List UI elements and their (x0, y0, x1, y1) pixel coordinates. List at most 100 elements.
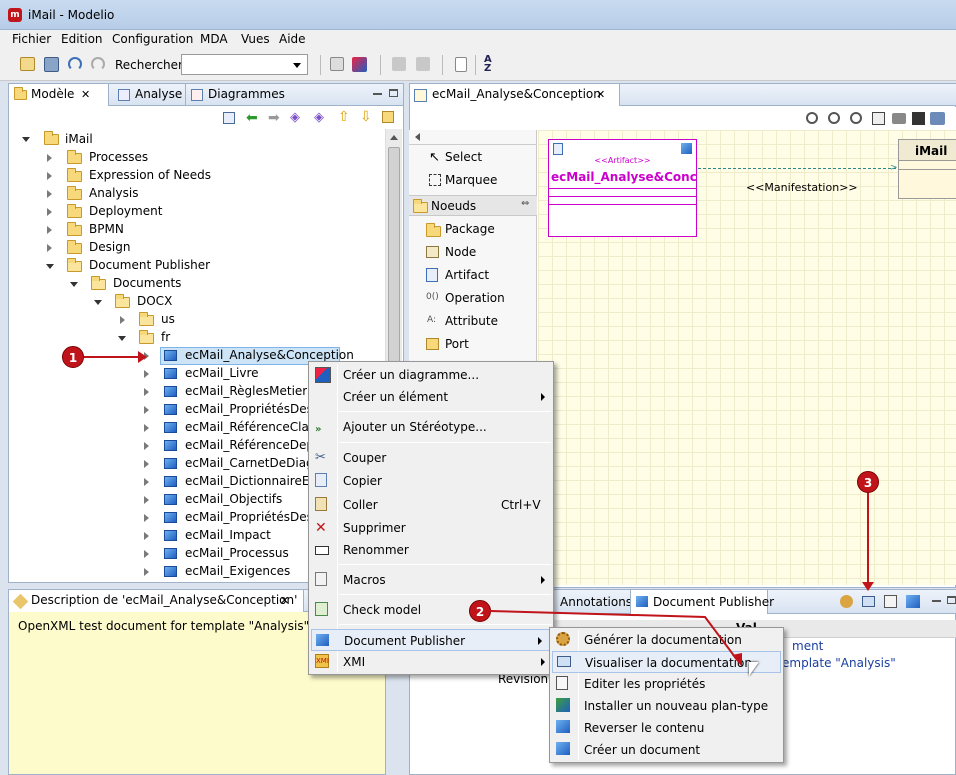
chevron-down-icon[interactable] (293, 63, 301, 68)
menu-fichier[interactable]: Fichier (12, 32, 51, 46)
install-template-icon[interactable] (906, 595, 920, 608)
expand-arrow[interactable] (144, 442, 149, 450)
tree-item-document[interactable]: ecMail_Impact (185, 526, 271, 544)
tree-item-document[interactable]: ecMail_Exigences (185, 562, 290, 580)
redo-icon[interactable] (91, 57, 105, 71)
expand-arrow[interactable] (47, 190, 52, 198)
tree-root-imail[interactable]: iMail (65, 130, 93, 148)
maximize-icon[interactable] (389, 89, 398, 97)
tab-diagrammes[interactable]: Diagrammes (185, 84, 285, 106)
tree-item-analysis[interactable]: Analysis (89, 184, 138, 202)
expand-arrow[interactable] (144, 568, 149, 576)
zoom-in-icon[interactable] (806, 112, 818, 124)
menu-mda[interactable]: MDA (200, 32, 228, 46)
properties-cell[interactable]: ment (792, 639, 823, 653)
close-icon[interactable]: ✕ (596, 84, 605, 105)
expand-arrow[interactable] (22, 137, 30, 142)
tree-item-document[interactable]: ecMail_Processus (185, 544, 289, 562)
double-arrow-icon[interactable]: ⇔ (521, 198, 529, 209)
expand-arrow[interactable] (46, 264, 54, 269)
tree-item-document[interactable]: ecMail_RèglesMetier (185, 382, 307, 400)
expand-arrow[interactable] (144, 460, 149, 468)
properties-cell[interactable]: emplate "Analysis" (782, 656, 896, 670)
arrow-right-grey-icon[interactable]: ➡ (268, 111, 280, 125)
zoom-fit-icon[interactable] (850, 112, 862, 124)
layout-icon[interactable] (872, 112, 885, 125)
close-icon[interactable]: ✕ (280, 590, 289, 611)
expand-arrow[interactable] (47, 244, 52, 252)
expand-arrow[interactable] (47, 208, 52, 216)
description-text[interactable]: OpenXML test document for template "Anal… (18, 619, 309, 633)
expand-arrow[interactable] (47, 154, 52, 162)
tree-item-document-publisher[interactable]: Document Publisher (89, 256, 210, 274)
expand-arrow[interactable] (47, 226, 52, 234)
tree-item-documents[interactable]: Documents (113, 274, 181, 292)
artifact-box[interactable]: <<Artifact>> ecMail_Analyse&Conce... (548, 139, 697, 237)
expand-arrow[interactable] (47, 172, 52, 180)
print-icon[interactable] (892, 113, 906, 124)
tree-item-expression-of-needs[interactable]: Expression of Needs (89, 166, 211, 184)
home-icon[interactable] (382, 111, 394, 123)
view-doc-icon[interactable] (862, 596, 875, 607)
palette-port[interactable]: Port (445, 337, 469, 351)
arrow-left-green-icon[interactable]: ⬅ (246, 111, 258, 125)
zoom-out-icon[interactable] (828, 112, 840, 124)
sort-az-icon[interactable]: AZ (484, 55, 492, 74)
tab-editor-diagram[interactable]: ecMail_Analyse&Conception ✕ (410, 84, 620, 106)
menu-vues[interactable]: Vues (241, 32, 270, 46)
expand-arrow[interactable] (144, 532, 149, 540)
palette-group-header[interactable]: Noeuds ⇔ (409, 195, 537, 216)
tree-item-document[interactable]: ecMail_DictionnaireEte (185, 472, 322, 490)
scroll-up-arrow[interactable] (390, 135, 398, 140)
save-diagram-icon[interactable] (912, 112, 925, 125)
tree-item-bpmn[interactable]: BPMN (89, 220, 124, 238)
document-icon[interactable] (455, 57, 467, 72)
arrow-down-icon[interactable]: ⇩ (360, 110, 372, 124)
tree-item-processes[interactable]: Processes (89, 148, 148, 166)
tree-item-document[interactable]: ecMail_Livre (185, 364, 259, 382)
palette-marquee[interactable]: Marquee (445, 173, 497, 187)
save-icon[interactable] (44, 57, 59, 72)
palette-select[interactable]: Select (445, 150, 482, 164)
palette-attribute[interactable]: Attribute (445, 314, 498, 328)
palette-artifact[interactable]: Artifact (445, 268, 489, 282)
tab-analyse[interactable]: Analyse (113, 84, 185, 106)
menu-item-renommer[interactable]: Renommer (309, 539, 553, 561)
expand-arrow[interactable] (144, 514, 149, 522)
manifestation-link[interactable] (698, 168, 896, 169)
menu-item-creer-diagramme[interactable]: Créer un diagramme... (309, 364, 553, 386)
tab-description[interactable]: Description de 'ecMail_Analyse&Conceptio… (9, 590, 304, 612)
expand-arrow[interactable] (144, 370, 149, 378)
copy-model-icon[interactable] (330, 57, 344, 71)
expand-arrow[interactable] (144, 550, 149, 558)
back-icon[interactable] (392, 57, 406, 71)
tree-item-design[interactable]: Design (89, 238, 130, 256)
palette-collapse-icon[interactable] (415, 133, 420, 141)
palette-operation[interactable]: Operation (445, 291, 505, 305)
menu-item-couper[interactable]: ✂ Couper (309, 447, 553, 469)
palette-package[interactable]: Package (445, 222, 495, 236)
expand-arrow[interactable] (120, 316, 125, 324)
scroll-thumb[interactable] (388, 147, 400, 367)
expand-arrow[interactable] (144, 406, 149, 414)
link-down-icon[interactable]: ◈ (314, 111, 324, 125)
edit-properties-icon[interactable] (884, 595, 897, 608)
menu-edition[interactable]: Edition (61, 32, 103, 46)
expand-arrow[interactable] (144, 478, 149, 486)
expand-arrow[interactable] (144, 496, 149, 504)
undo-icon[interactable] (68, 57, 82, 71)
menu-item-coller[interactable]: Coller Ctrl+V (309, 494, 553, 516)
menu-item-supprimer[interactable]: ✕ Supprimer (309, 517, 553, 539)
expand-arrow[interactable] (94, 300, 102, 305)
tree-item-us[interactable]: us (161, 310, 175, 328)
expand-arrow[interactable] (144, 424, 149, 432)
menu-configuration[interactable]: Configuration (112, 32, 193, 46)
tab-modele[interactable]: Modèle ✕ (9, 84, 109, 106)
diagram-canvas[interactable]: <<Artifact>> ecMail_Analyse&Conce... > <… (538, 130, 956, 585)
search-combo[interactable] (181, 54, 308, 75)
submenu-installer-plan-type[interactable]: Installer un nouveau plan-type (550, 695, 783, 717)
expand-arrow[interactable] (144, 388, 149, 396)
module-icon[interactable] (352, 57, 367, 72)
arrow-up-icon[interactable]: ⇧ (338, 110, 350, 124)
tree-item-document[interactable]: ecMail_Objectifs (185, 490, 282, 508)
